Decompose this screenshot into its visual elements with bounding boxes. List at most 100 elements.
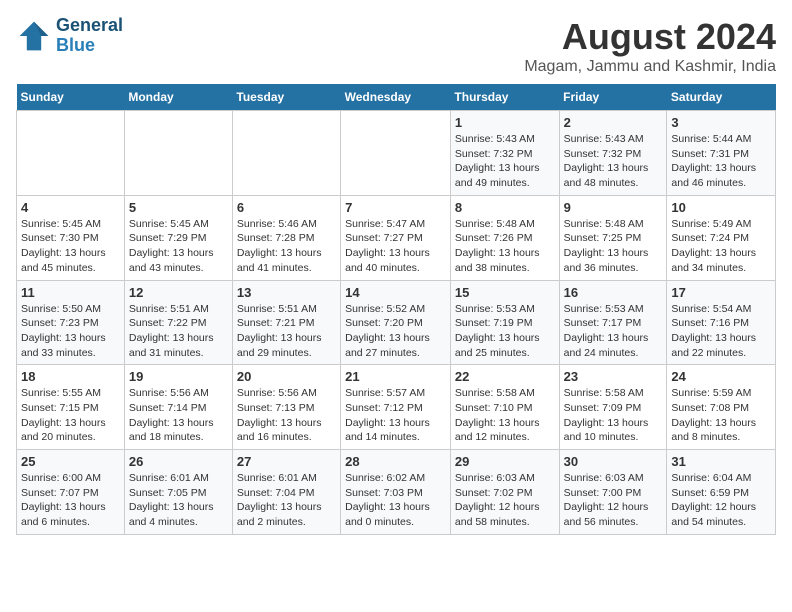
day-number: 22 bbox=[455, 369, 555, 384]
cell-info: Sunrise: 5:46 AM Sunset: 7:28 PM Dayligh… bbox=[237, 217, 336, 276]
calendar-cell: 4 Sunrise: 5:45 AM Sunset: 7:30 PM Daylig… bbox=[17, 195, 125, 280]
cell-info: Sunrise: 5:59 AM Sunset: 7:08 PM Dayligh… bbox=[671, 386, 771, 445]
cell-info: Sunrise: 5:56 AM Sunset: 7:14 PM Dayligh… bbox=[129, 386, 228, 445]
calendar-week-3: 11 Sunrise: 5:50 AM Sunset: 7:23 PM Dayli… bbox=[17, 280, 776, 365]
day-number: 5 bbox=[129, 200, 228, 215]
cell-info: Sunrise: 5:53 AM Sunset: 7:17 PM Dayligh… bbox=[564, 302, 663, 361]
cell-info: Sunrise: 5:45 AM Sunset: 7:29 PM Dayligh… bbox=[129, 217, 228, 276]
cell-info: Sunrise: 5:54 AM Sunset: 7:16 PM Dayligh… bbox=[671, 302, 771, 361]
calendar-cell: 29Sunrise: 6:03 AM Sunset: 7:02 PM Dayli… bbox=[450, 450, 559, 535]
column-header-monday: Monday bbox=[124, 84, 232, 111]
day-number: 2 bbox=[564, 115, 663, 130]
cell-info: Sunrise: 5:43 AM Sunset: 7:32 PM Dayligh… bbox=[455, 132, 555, 191]
cell-info: Sunrise: 5:56 AM Sunset: 7:13 PM Dayligh… bbox=[237, 386, 336, 445]
calendar-cell bbox=[17, 111, 125, 196]
cell-info: Sunrise: 5:51 AM Sunset: 7:22 PM Dayligh… bbox=[129, 302, 228, 361]
calendar-cell: 27Sunrise: 6:01 AM Sunset: 7:04 PM Dayli… bbox=[232, 450, 340, 535]
cell-info: Sunrise: 6:03 AM Sunset: 7:00 PM Dayligh… bbox=[564, 471, 663, 530]
cell-info: Sunrise: 5:53 AM Sunset: 7:19 PM Dayligh… bbox=[455, 302, 555, 361]
day-number: 10 bbox=[671, 200, 771, 215]
column-header-wednesday: Wednesday bbox=[341, 84, 451, 111]
day-number: 24 bbox=[671, 369, 771, 384]
day-number: 7 bbox=[345, 200, 446, 215]
calendar-week-2: 4 Sunrise: 5:45 AM Sunset: 7:30 PM Daylig… bbox=[17, 195, 776, 280]
cell-info: Sunrise: 5:45 AM Sunset: 7:30 PM Dayligh… bbox=[21, 217, 120, 276]
day-number: 30 bbox=[564, 454, 663, 469]
cell-info: Sunrise: 5:47 AM Sunset: 7:27 PM Dayligh… bbox=[345, 217, 446, 276]
column-header-tuesday: Tuesday bbox=[232, 84, 340, 111]
calendar-cell: 10 Sunrise: 5:49 AM Sunset: 7:24 PM Dayli… bbox=[667, 195, 776, 280]
calendar-cell: 7 Sunrise: 5:47 AM Sunset: 7:27 PM Daylig… bbox=[341, 195, 451, 280]
day-number: 4 bbox=[21, 200, 120, 215]
calendar-cell: 19Sunrise: 5:56 AM Sunset: 7:14 PM Dayli… bbox=[124, 365, 232, 450]
calendar-cell: 15 Sunrise: 5:53 AM Sunset: 7:19 PM Dayli… bbox=[450, 280, 559, 365]
day-number: 3 bbox=[671, 115, 771, 130]
calendar-week-1: 1 Sunrise: 5:43 AM Sunset: 7:32 PM Daylig… bbox=[17, 111, 776, 196]
logo-icon bbox=[16, 18, 52, 54]
day-number: 20 bbox=[237, 369, 336, 384]
calendar-week-5: 25 Sunrise: 6:00 AM Sunset: 7:07 PM Dayli… bbox=[17, 450, 776, 535]
day-number: 31 bbox=[671, 454, 771, 469]
day-number: 13 bbox=[237, 285, 336, 300]
calendar-week-4: 18 Sunrise: 5:55 AM Sunset: 7:15 PM Dayli… bbox=[17, 365, 776, 450]
header-row: SundayMondayTuesdayWednesdayThursdayFrid… bbox=[17, 84, 776, 111]
calendar-cell: 30 Sunrise: 6:03 AM Sunset: 7:00 PM Dayli… bbox=[559, 450, 667, 535]
cell-info: Sunrise: 6:03 AM Sunset: 7:02 PM Dayligh… bbox=[455, 471, 555, 530]
calendar-cell: 12 Sunrise: 5:51 AM Sunset: 7:22 PM Dayli… bbox=[124, 280, 232, 365]
calendar-cell: 14 Sunrise: 5:52 AM Sunset: 7:20 PM Dayli… bbox=[341, 280, 451, 365]
subtitle: Magam, Jammu and Kashmir, India bbox=[524, 58, 776, 76]
column-header-sunday: Sunday bbox=[17, 84, 125, 111]
calendar-cell: 28Sunrise: 6:02 AM Sunset: 7:03 PM Dayli… bbox=[341, 450, 451, 535]
calendar-cell: 23 Sunrise: 5:58 AM Sunset: 7:09 PM Dayli… bbox=[559, 365, 667, 450]
column-header-friday: Friday bbox=[559, 84, 667, 111]
calendar-cell bbox=[124, 111, 232, 196]
day-number: 14 bbox=[345, 285, 446, 300]
calendar-cell: 18 Sunrise: 5:55 AM Sunset: 7:15 PM Dayli… bbox=[17, 365, 125, 450]
day-number: 15 bbox=[455, 285, 555, 300]
calendar-cell: 9Sunrise: 5:48 AM Sunset: 7:25 PM Daylig… bbox=[559, 195, 667, 280]
cell-info: Sunrise: 6:04 AM Sunset: 6:59 PM Dayligh… bbox=[671, 471, 771, 530]
day-number: 1 bbox=[455, 115, 555, 130]
day-number: 12 bbox=[129, 285, 228, 300]
calendar-cell: 8 Sunrise: 5:48 AM Sunset: 7:26 PM Daylig… bbox=[450, 195, 559, 280]
calendar-cell: 26Sunrise: 6:01 AM Sunset: 7:05 PM Dayli… bbox=[124, 450, 232, 535]
cell-info: Sunrise: 5:52 AM Sunset: 7:20 PM Dayligh… bbox=[345, 302, 446, 361]
cell-info: Sunrise: 5:44 AM Sunset: 7:31 PM Dayligh… bbox=[671, 132, 771, 191]
day-number: 18 bbox=[21, 369, 120, 384]
day-number: 23 bbox=[564, 369, 663, 384]
calendar-cell: 17 Sunrise: 5:54 AM Sunset: 7:16 PM Dayli… bbox=[667, 280, 776, 365]
cell-info: Sunrise: 6:00 AM Sunset: 7:07 PM Dayligh… bbox=[21, 471, 120, 530]
day-number: 6 bbox=[237, 200, 336, 215]
day-number: 9 bbox=[564, 200, 663, 215]
day-number: 21 bbox=[345, 369, 446, 384]
cell-info: Sunrise: 5:43 AM Sunset: 7:32 PM Dayligh… bbox=[564, 132, 663, 191]
cell-info: Sunrise: 6:01 AM Sunset: 7:05 PM Dayligh… bbox=[129, 471, 228, 530]
day-number: 8 bbox=[455, 200, 555, 215]
logo-text: General Blue bbox=[56, 16, 123, 56]
cell-info: Sunrise: 5:58 AM Sunset: 7:09 PM Dayligh… bbox=[564, 386, 663, 445]
day-number: 25 bbox=[21, 454, 120, 469]
cell-info: Sunrise: 5:55 AM Sunset: 7:15 PM Dayligh… bbox=[21, 386, 120, 445]
day-number: 27 bbox=[237, 454, 336, 469]
calendar-cell: 25 Sunrise: 6:00 AM Sunset: 7:07 PM Dayli… bbox=[17, 450, 125, 535]
calendar-table: SundayMondayTuesdayWednesdayThursdayFrid… bbox=[16, 84, 776, 535]
calendar-cell: 31 Sunrise: 6:04 AM Sunset: 6:59 PM Dayli… bbox=[667, 450, 776, 535]
calendar-cell: 5 Sunrise: 5:45 AM Sunset: 7:29 PM Daylig… bbox=[124, 195, 232, 280]
cell-info: Sunrise: 5:48 AM Sunset: 7:26 PM Dayligh… bbox=[455, 217, 555, 276]
day-number: 17 bbox=[671, 285, 771, 300]
calendar-cell: 1 Sunrise: 5:43 AM Sunset: 7:32 PM Daylig… bbox=[450, 111, 559, 196]
calendar-cell: 21Sunrise: 5:57 AM Sunset: 7:12 PM Dayli… bbox=[341, 365, 451, 450]
cell-info: Sunrise: 5:50 AM Sunset: 7:23 PM Dayligh… bbox=[21, 302, 120, 361]
calendar-cell: 20 Sunrise: 5:56 AM Sunset: 7:13 PM Dayli… bbox=[232, 365, 340, 450]
calendar-cell: 11 Sunrise: 5:50 AM Sunset: 7:23 PM Dayli… bbox=[17, 280, 125, 365]
calendar-cell: 16 Sunrise: 5:53 AM Sunset: 7:17 PM Dayli… bbox=[559, 280, 667, 365]
calendar-cell: 22 Sunrise: 5:58 AM Sunset: 7:10 PM Dayli… bbox=[450, 365, 559, 450]
calendar-cell: 13Sunrise: 5:51 AM Sunset: 7:21 PM Dayli… bbox=[232, 280, 340, 365]
page-header: General Blue August 2024 Magam, Jammu an… bbox=[16, 16, 776, 76]
day-number: 11 bbox=[21, 285, 120, 300]
calendar-cell bbox=[341, 111, 451, 196]
calendar-cell: 24 Sunrise: 5:59 AM Sunset: 7:08 PM Dayli… bbox=[667, 365, 776, 450]
cell-info: Sunrise: 5:49 AM Sunset: 7:24 PM Dayligh… bbox=[671, 217, 771, 276]
cell-info: Sunrise: 5:58 AM Sunset: 7:10 PM Dayligh… bbox=[455, 386, 555, 445]
day-number: 16 bbox=[564, 285, 663, 300]
